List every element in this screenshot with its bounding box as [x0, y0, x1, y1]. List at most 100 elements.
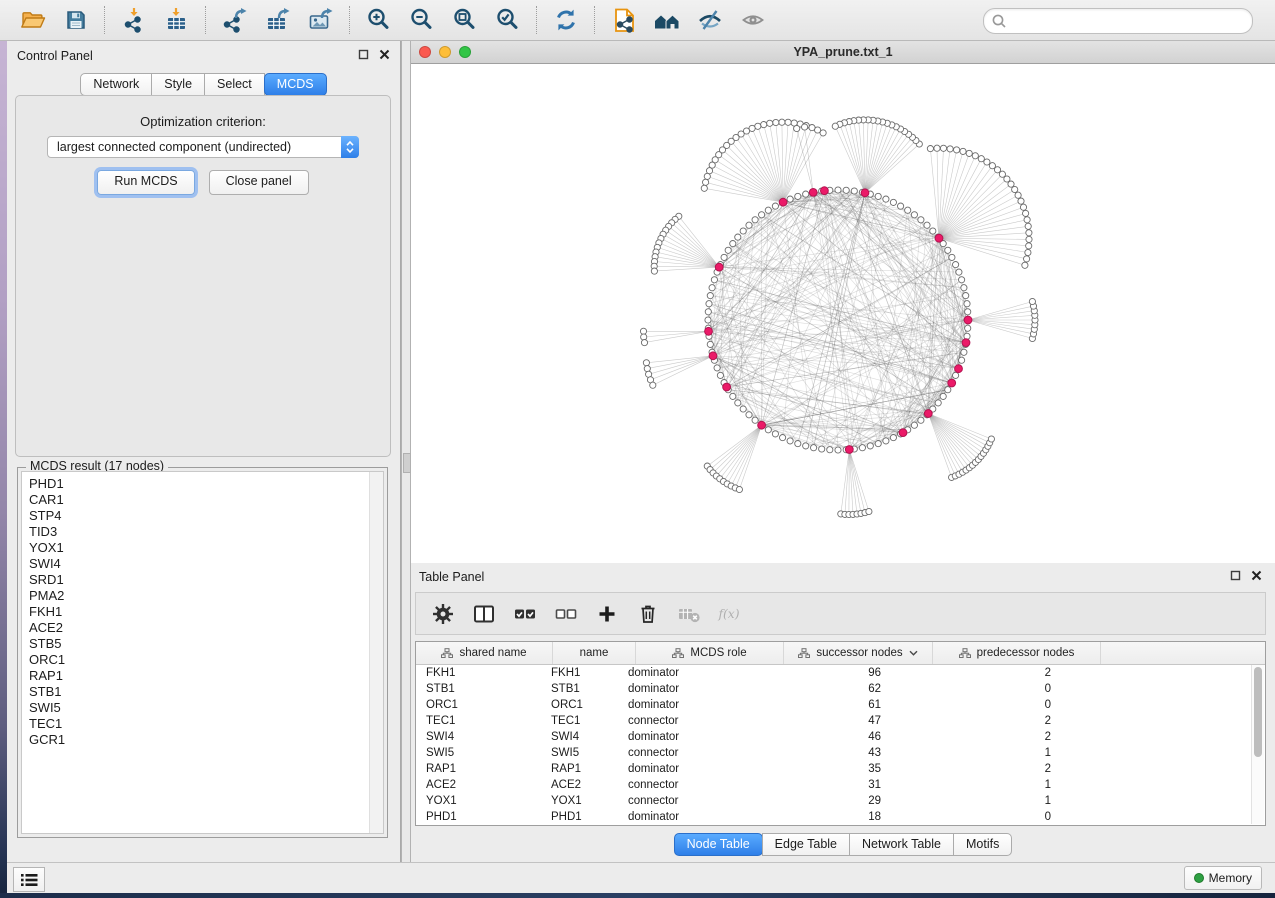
export-table-button[interactable] — [256, 3, 299, 37]
run-mcds-button[interactable]: Run MCDS — [97, 170, 194, 195]
mcds-result-item[interactable]: PMA2 — [22, 588, 369, 604]
mcds-result-item[interactable]: ACE2 — [22, 620, 369, 636]
hide-graphics-details-button[interactable] — [688, 3, 731, 37]
column-settings-gear-button[interactable] — [430, 601, 456, 627]
task-history-button[interactable] — [13, 867, 45, 892]
table-row[interactable]: SWI4SWI4dominator462 — [416, 729, 1265, 745]
mcds-result-item[interactable]: TEC1 — [22, 716, 369, 732]
close-panel-button[interactable]: Close panel — [209, 170, 309, 195]
column-header-MCDS-role[interactable]: MCDS role — [636, 642, 784, 664]
import-table-button[interactable] — [155, 3, 198, 37]
table-cell: SWI4 — [543, 731, 618, 743]
select-all-checkboxes-button[interactable] — [512, 601, 538, 627]
tab-style[interactable]: Style — [151, 73, 205, 96]
zoom-in-button[interactable] — [357, 3, 400, 37]
table-row[interactable]: RAP1RAP1dominator352 — [416, 761, 1265, 777]
task-list-icon — [18, 871, 40, 889]
mcds-result-item[interactable]: FKH1 — [22, 604, 369, 620]
network-canvas[interactable] — [411, 64, 1275, 563]
show-columns-button[interactable] — [471, 601, 497, 627]
tab-mcds[interactable]: MCDS — [264, 73, 327, 96]
control-panel-tabs: NetworkStyleSelectMCDS — [7, 73, 400, 96]
table-cell: 2 — [893, 715, 1056, 727]
table-cell: 0 — [893, 811, 1056, 823]
column-header-successor-nodes[interactable]: successor nodes — [784, 642, 933, 664]
mcds-result-item[interactable]: STP4 — [22, 508, 369, 524]
table-cell: 29 — [756, 795, 893, 807]
table-scrollbar-thumb[interactable] — [1254, 667, 1262, 757]
table-row[interactable]: STB1STB1dominator620 — [416, 681, 1265, 697]
table-cell: 0 — [893, 699, 1056, 711]
memory-button[interactable]: Memory — [1184, 866, 1262, 890]
zoom-fit-content-button[interactable] — [443, 3, 486, 37]
add-column-button[interactable] — [594, 601, 620, 627]
vertical-splitter[interactable] — [401, 41, 411, 862]
delete-columns-button[interactable] — [635, 601, 661, 627]
open-session-button[interactable] — [11, 3, 54, 37]
search-field — [983, 8, 1253, 34]
optimization-criterion-select[interactable]: largest connected component (undirected) — [47, 136, 359, 158]
tab-node-table[interactable]: Node Table — [674, 833, 763, 856]
table-cell: connector — [618, 715, 756, 727]
column-type-icon — [798, 648, 810, 658]
table-cell: ORC1 — [416, 699, 543, 711]
table-row[interactable]: TEC1TEC1connector472 — [416, 713, 1265, 729]
zoom-out-button[interactable] — [400, 3, 443, 37]
mcds-list-scrollbar[interactable] — [369, 472, 383, 833]
table-cell: SWI4 — [416, 731, 543, 743]
table-row[interactable]: YOX1YOX1connector291 — [416, 793, 1265, 809]
mcds-result-item[interactable]: PHD1 — [22, 476, 369, 492]
table-cell: 1 — [893, 779, 1056, 791]
import-network-button[interactable] — [112, 3, 155, 37]
table-cell: ACE2 — [416, 779, 543, 791]
table-cell: dominator — [618, 731, 756, 743]
column-header-label: successor nodes — [816, 647, 902, 659]
mcds-result-item[interactable]: SWI5 — [22, 700, 369, 716]
table-cell: dominator — [618, 763, 756, 775]
mcds-result-item[interactable]: SWI4 — [22, 556, 369, 572]
column-header-predecessor-nodes[interactable]: predecessor nodes — [933, 642, 1101, 664]
mcds-result-item[interactable]: YOX1 — [22, 540, 369, 556]
search-input[interactable] — [1011, 11, 1252, 31]
float-panel-icon[interactable] — [358, 49, 369, 60]
table-row[interactable]: ORC1ORC1dominator610 — [416, 697, 1265, 713]
tab-motifs[interactable]: Motifs — [953, 833, 1012, 856]
float-table-panel-icon[interactable] — [1230, 570, 1241, 581]
mcds-result-item[interactable]: ORC1 — [22, 652, 369, 668]
splitter-grip[interactable] — [403, 453, 411, 473]
tab-select[interactable]: Select — [204, 73, 265, 96]
table-row[interactable]: PHD1PHD1dominator180 — [416, 809, 1265, 825]
mcds-result-item[interactable]: STB1 — [22, 684, 369, 700]
network-window-title: YPA_prune.txt_1 — [411, 45, 1275, 59]
export-image-button[interactable] — [299, 3, 342, 37]
table-cell: FKH1 — [416, 667, 543, 679]
mcds-result-item[interactable]: TID3 — [22, 524, 369, 540]
column-type-icon — [672, 648, 684, 658]
table-row[interactable]: SWI5SWI5connector431 — [416, 745, 1265, 761]
new-network-from-selection-button[interactable] — [602, 3, 645, 37]
zoom-selected-button[interactable] — [486, 3, 529, 37]
table-cell: 1 — [893, 747, 1056, 759]
mcds-result-item[interactable]: STB5 — [22, 636, 369, 652]
apply-preferred-layout-button[interactable] — [544, 3, 587, 37]
network-home-button[interactable] — [645, 3, 688, 37]
save-session-button[interactable] — [54, 3, 97, 37]
tab-network[interactable]: Network — [80, 73, 152, 96]
tab-network-table[interactable]: Network Table — [849, 833, 954, 856]
column-header-name[interactable]: name — [553, 642, 636, 664]
show-graphics-details-button[interactable] — [731, 3, 774, 37]
mcds-result-item[interactable]: GCR1 — [22, 732, 369, 748]
table-panel: Table Panel f(x) shared namenameMCDS rol… — [411, 563, 1275, 862]
table-scrollbar[interactable] — [1251, 665, 1264, 824]
deselect-all-checkboxes-button[interactable] — [553, 601, 579, 627]
close-panel-icon[interactable] — [379, 49, 390, 60]
mcds-result-item[interactable]: RAP1 — [22, 668, 369, 684]
close-table-panel-icon[interactable] — [1251, 570, 1262, 581]
column-header-shared-name[interactable]: shared name — [416, 642, 553, 664]
mcds-result-item[interactable]: SRD1 — [22, 572, 369, 588]
table-row[interactable]: ACE2ACE2connector311 — [416, 777, 1265, 793]
mcds-result-item[interactable]: CAR1 — [22, 492, 369, 508]
export-network-button[interactable] — [213, 3, 256, 37]
tab-edge-table[interactable]: Edge Table — [762, 833, 850, 856]
table-row[interactable]: FKH1FKH1dominator962 — [416, 665, 1265, 681]
